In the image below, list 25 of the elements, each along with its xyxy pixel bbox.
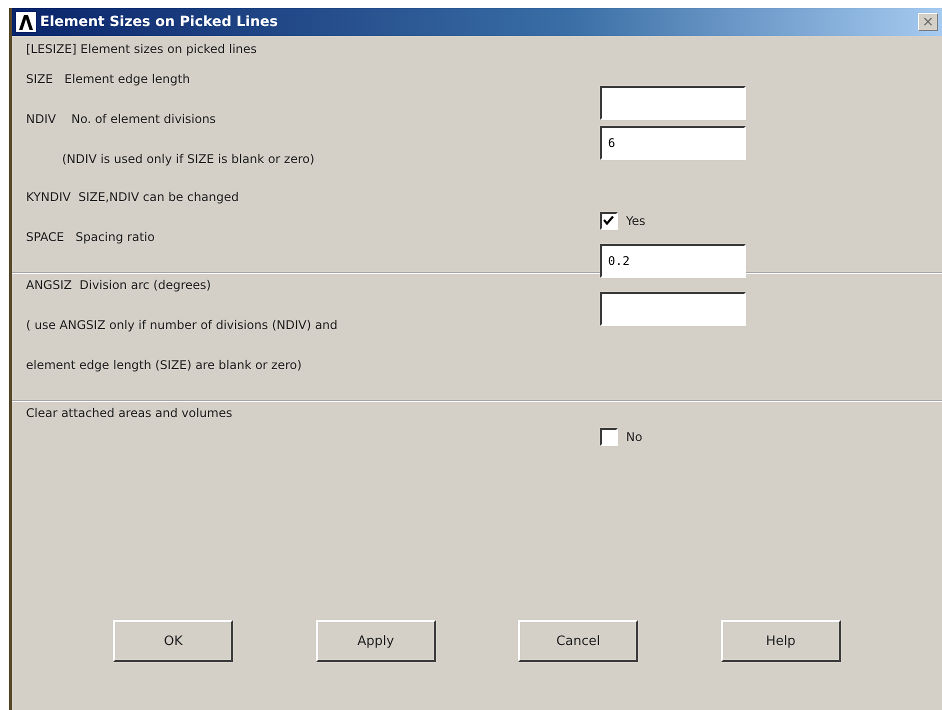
note-text: (NDIV is used only if SIZE is blank or zero) [61, 151, 316, 168]
checkbox-label: Yes [626, 214, 646, 228]
field-label: ANGSIZ Division arc (degrees) [26, 277, 212, 294]
dialog-button[interactable]: Help [720, 620, 841, 662]
input-field[interactable]: 6 [600, 126, 746, 160]
dialog-button[interactable]: Cancel [518, 620, 638, 662]
checkbox[interactable] [600, 428, 618, 446]
checkbox-label: No [626, 430, 642, 444]
field-label: SPACE Spacing ratio [26, 229, 156, 246]
input-field[interactable] [600, 86, 746, 120]
input-field[interactable] [600, 292, 746, 326]
command-description: [LESIZE] Element sizes on picked lines [25, 41, 258, 58]
dialog-button[interactable]: OK [113, 620, 234, 662]
field-label: KYNDIV SIZE,NDIV can be changed [26, 189, 240, 206]
field-label: NDIV No. of element divisions [26, 111, 217, 128]
close-button[interactable]: × [918, 13, 938, 31]
field-label: SIZE Element edge length [26, 71, 191, 88]
checkbox[interactable] [600, 212, 618, 230]
logo-icon [16, 12, 36, 32]
field-label: Clear attached areas and volumes [26, 405, 234, 422]
window-title: Element Sizes on Picked Lines [40, 14, 279, 30]
note-text: ( use ANGSIZ only if number of divisions (NDIV) and [26, 317, 339, 334]
note-text: element edge length (SIZE) are blank or zero) [26, 357, 303, 374]
dialog-button[interactable]: Apply [316, 620, 436, 662]
input-field[interactable]: 0.2 [600, 244, 746, 278]
